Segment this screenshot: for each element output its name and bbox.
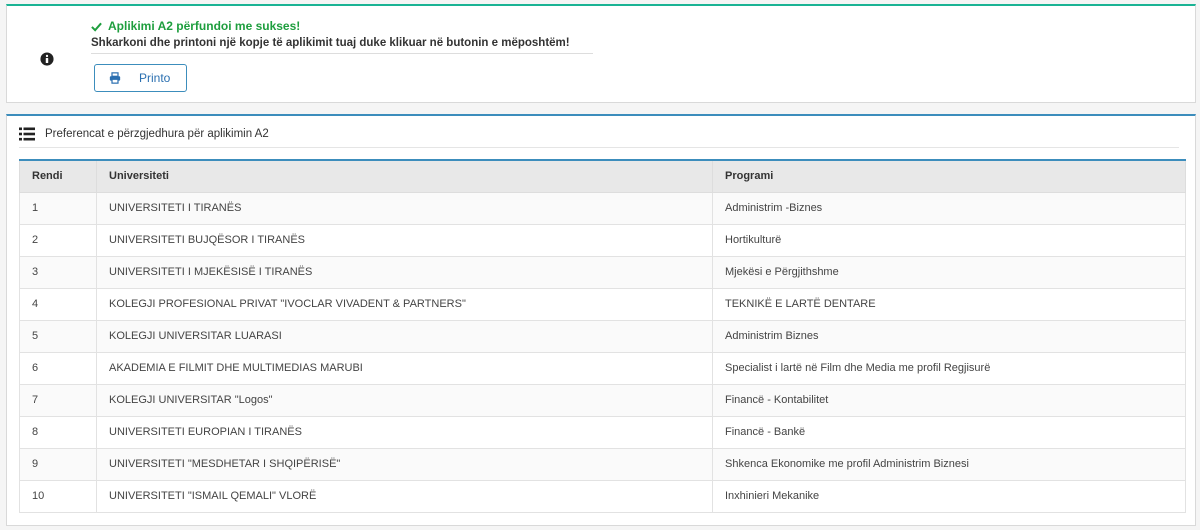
print-button-label: Printo xyxy=(139,71,171,85)
table-row: 5 KOLEGJI UNIVERSITAR LUARASI Administri… xyxy=(19,319,1186,353)
programi-cell: Administrim -Biznes xyxy=(712,191,1186,225)
universiteti-cell: UNIVERSITETI "ISMAIL QEMALI" VLORË xyxy=(96,479,713,513)
universiteti-cell: KOLEGJI PROFESIONAL PRIVAT "IVOCLAR VIVA… xyxy=(96,287,713,321)
rendi-cell: 2 xyxy=(19,223,97,257)
print-icon xyxy=(109,72,121,84)
universiteti-cell: UNIVERSITETI BUJQËSOR I TIRANËS xyxy=(96,223,713,257)
preferences-header: Preferencat e përzgjedhura për aplikimin… xyxy=(19,127,269,141)
column-header-universiteti: Universiteti xyxy=(96,159,713,193)
preferences-title: Preferencat e përzgjedhura për aplikimin… xyxy=(45,128,269,140)
table-row: 3 UNIVERSITETI I MJEKËSISË I TIRANËS Mje… xyxy=(19,255,1186,289)
rendi-cell: 6 xyxy=(19,351,97,385)
programi-cell: Inxhinieri Mekanike xyxy=(712,479,1186,513)
success-message: Aplikimi A2 përfundoi me sukses! xyxy=(91,19,593,33)
universiteti-cell: UNIVERSITETI I MJEKËSISË I TIRANËS xyxy=(96,255,713,289)
header-divider xyxy=(19,147,1179,148)
preferences-panel: Preferencat e përzgjedhura për aplikimin… xyxy=(6,114,1196,526)
programi-cell: Mjekësi e Përgjithshme xyxy=(712,255,1186,289)
table-header-row: Rendi Universiteti Programi xyxy=(19,159,1186,193)
programi-cell: Specialist i lartë në Film dhe Media me … xyxy=(712,351,1186,385)
print-button[interactable]: Printo xyxy=(94,64,187,92)
info-circle-icon xyxy=(40,52,54,66)
rendi-cell: 8 xyxy=(19,415,97,449)
universiteti-cell: KOLEGJI UNIVERSITAR LUARASI xyxy=(96,319,713,353)
programi-cell: Hortikulturë xyxy=(712,223,1186,257)
table-row: 1 UNIVERSITETI I TIRANËS Administrim -Bi… xyxy=(19,191,1186,225)
universiteti-cell: KOLEGJI UNIVERSITAR "Logos" xyxy=(96,383,713,417)
universiteti-cell: UNIVERSITETI I TIRANËS xyxy=(96,191,713,225)
table-row: 2 UNIVERSITETI BUJQËSOR I TIRANËS Hortik… xyxy=(19,223,1186,257)
success-alert-panel: Aplikimi A2 përfundoi me sukses! Shkarko… xyxy=(6,4,1196,103)
table-row: 7 KOLEGJI UNIVERSITAR "Logos" Financë - … xyxy=(19,383,1186,417)
programi-cell: Financë - Bankë xyxy=(712,415,1186,449)
table-row: 6 AKADEMIA E FILMIT DHE MULTIMEDIAS MARU… xyxy=(19,351,1186,385)
rendi-cell: 5 xyxy=(19,319,97,353)
table-row: 10 UNIVERSITETI "ISMAIL QEMALI" VLORË In… xyxy=(19,479,1186,513)
check-icon xyxy=(91,22,102,32)
column-header-programi: Programi xyxy=(712,159,1186,193)
universiteti-cell: AKADEMIA E FILMIT DHE MULTIMEDIAS MARUBI xyxy=(96,351,713,385)
rendi-cell: 3 xyxy=(19,255,97,289)
table-row: 9 UNIVERSITETI "MESDHETAR I SHQIPËRISË" … xyxy=(19,447,1186,481)
list-icon xyxy=(19,127,35,141)
rendi-cell: 4 xyxy=(19,287,97,321)
universiteti-cell: UNIVERSITETI EUROPIAN I TIRANËS xyxy=(96,415,713,449)
rendi-cell: 9 xyxy=(19,447,97,481)
preferences-table: Rendi Universiteti Programi 1 UNIVERSITE… xyxy=(19,159,1186,513)
rendi-cell: 10 xyxy=(19,479,97,513)
success-text: Aplikimi A2 përfundoi me sukses! xyxy=(108,19,301,33)
rendi-cell: 1 xyxy=(19,191,97,225)
table-row: 8 UNIVERSITETI EUROPIAN I TIRANËS Financ… xyxy=(19,415,1186,449)
programi-cell: Financë - Kontabilitet xyxy=(712,383,1186,417)
alert-body: Aplikimi A2 përfundoi me sukses! Shkarko… xyxy=(91,19,593,54)
programi-cell: TEKNIKË E LARTË DENTARE xyxy=(712,287,1186,321)
programi-cell: Shkenca Ekonomike me profil Administrim … xyxy=(712,447,1186,481)
universiteti-cell: UNIVERSITETI "MESDHETAR I SHQIPËRISË" xyxy=(96,447,713,481)
rendi-cell: 7 xyxy=(19,383,97,417)
instruction-text: Shkarkoni dhe printoni një kopje të apli… xyxy=(91,37,593,54)
table-row: 4 KOLEGJI PROFESIONAL PRIVAT "IVOCLAR VI… xyxy=(19,287,1186,321)
programi-cell: Administrim Biznes xyxy=(712,319,1186,353)
column-header-rendi: Rendi xyxy=(19,159,97,193)
